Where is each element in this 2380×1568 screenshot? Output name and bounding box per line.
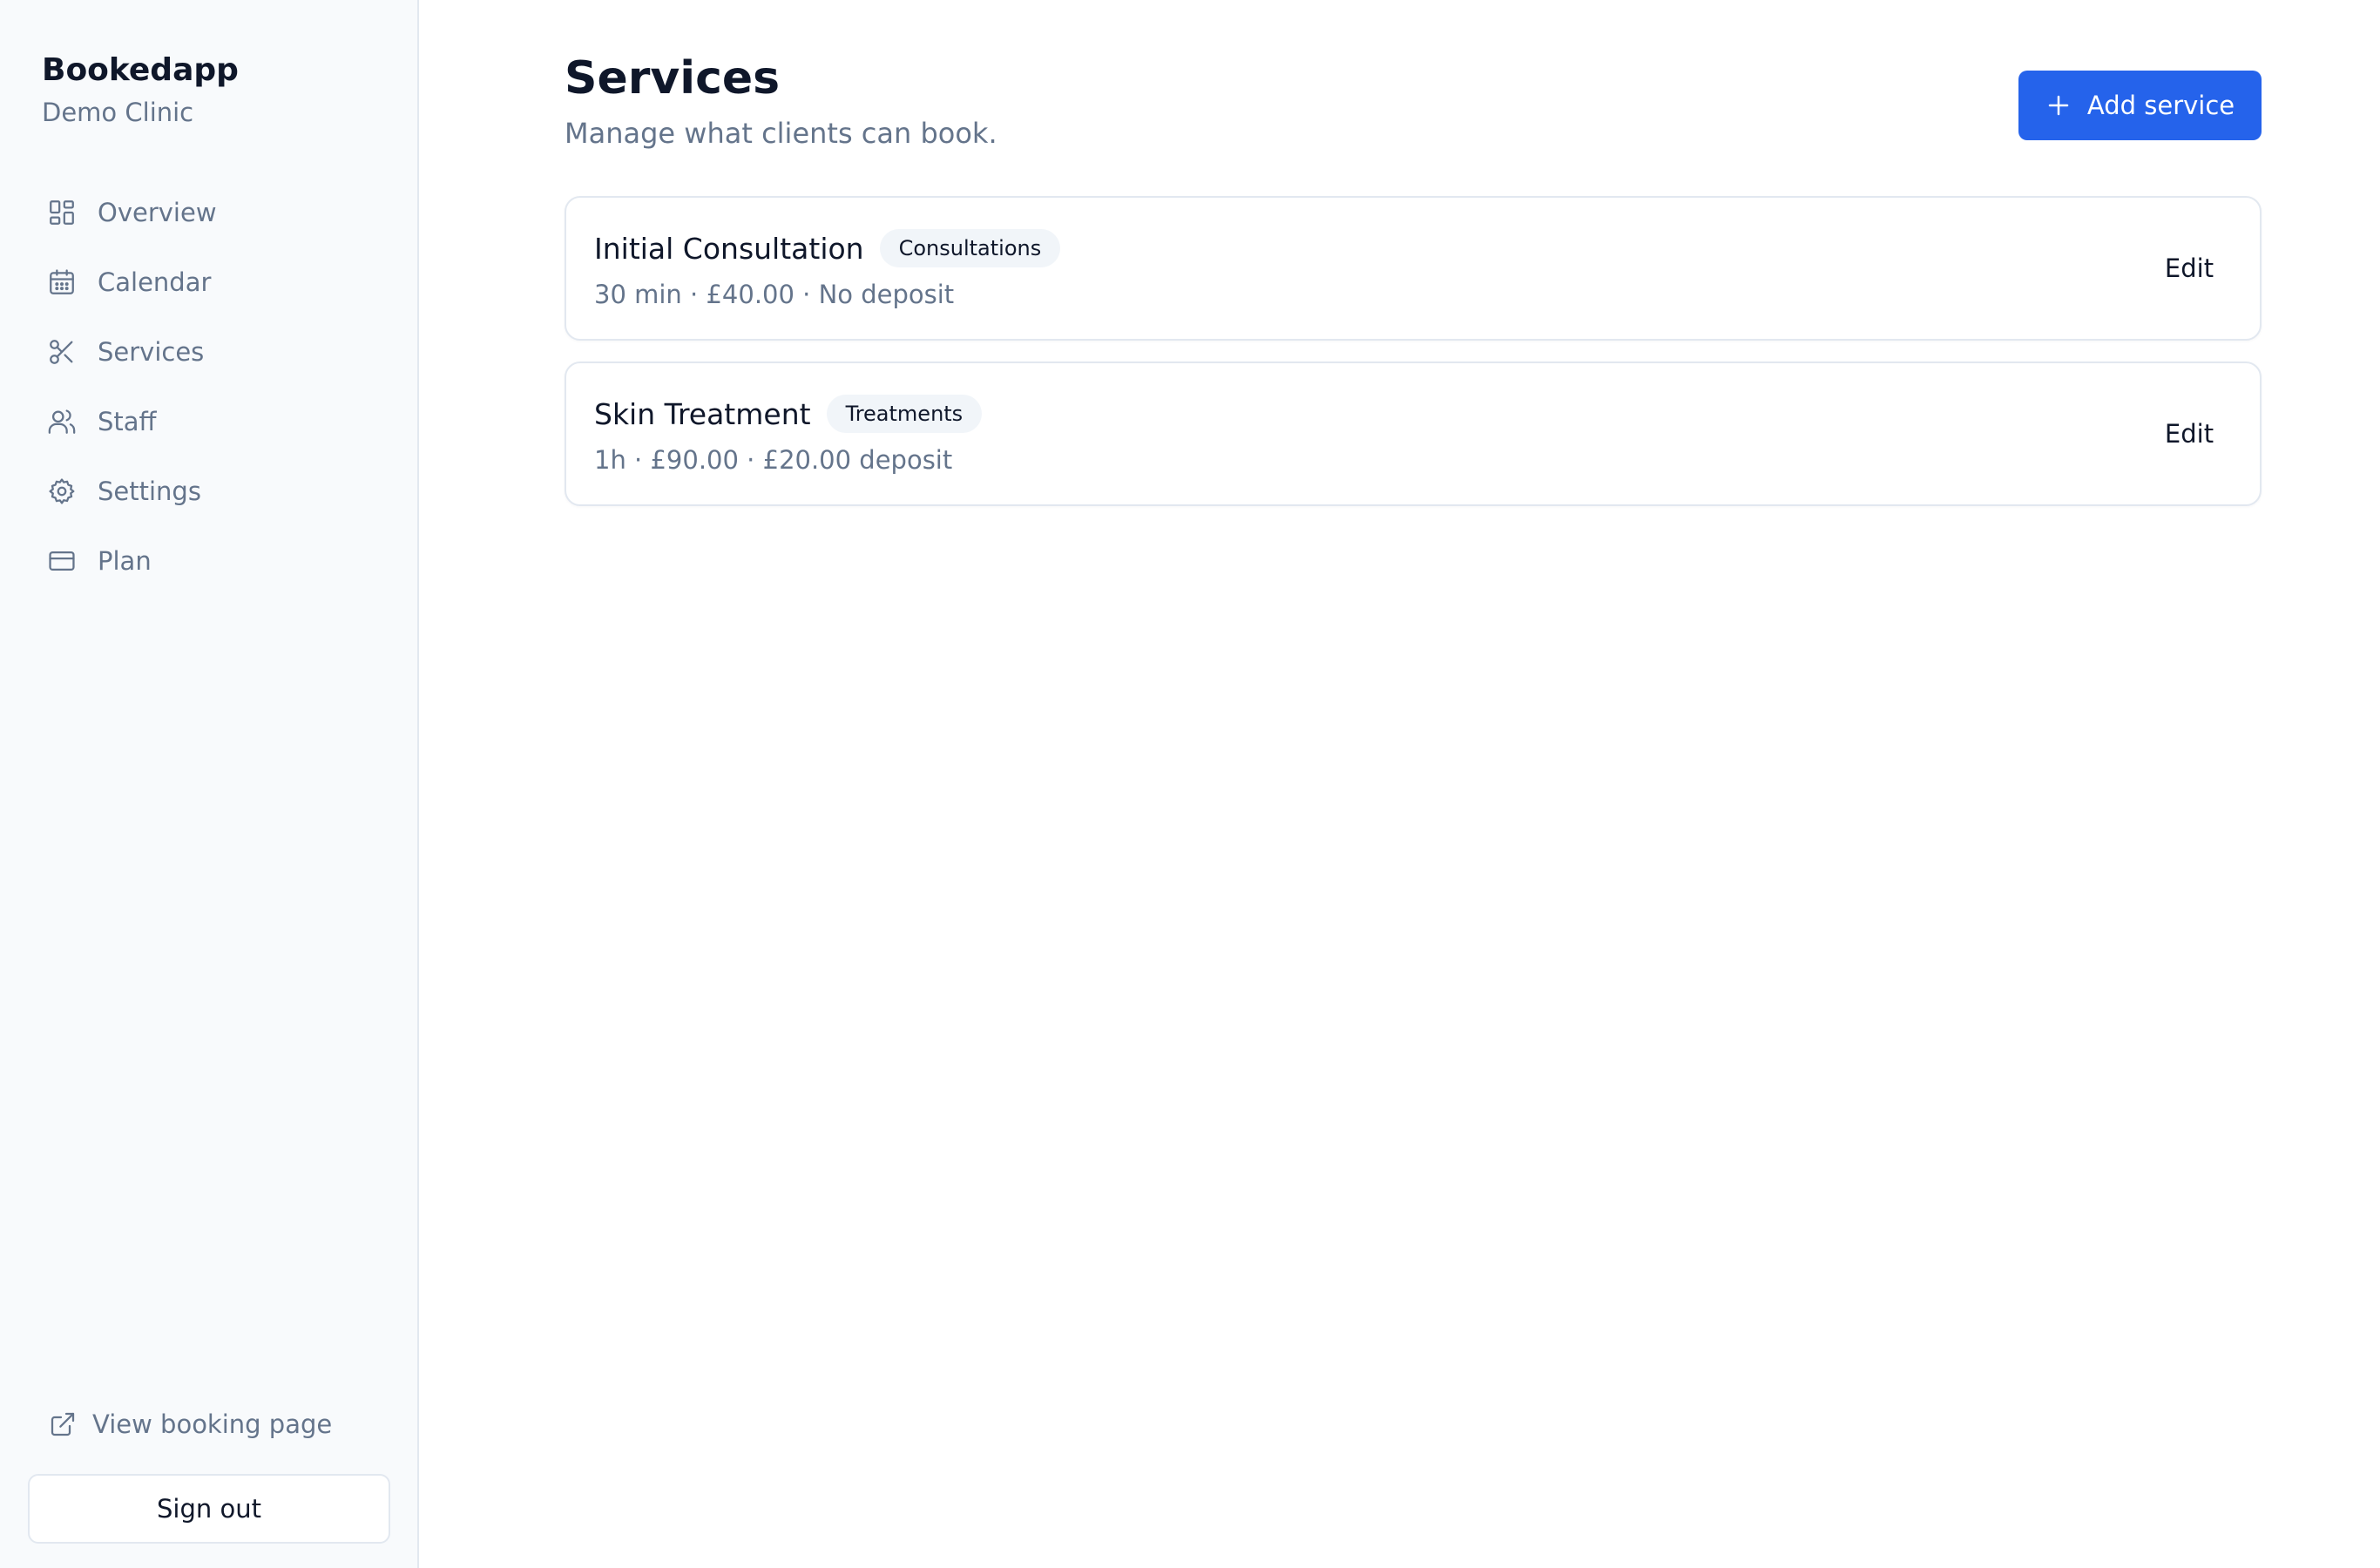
main-content: Services Manage what clients can book. A…	[419, 0, 2380, 1568]
calendar-icon	[47, 267, 77, 297]
service-header: Initial Consultation Consultations	[594, 229, 1061, 267]
sidebar-item-label: Calendar	[98, 267, 212, 297]
service-card: Initial Consultation Consultations 30 mi…	[565, 196, 2262, 341]
service-header: Skin Treatment Treatments	[594, 395, 983, 433]
layout-grid-icon	[47, 198, 77, 227]
edit-service-button[interactable]: Edit	[2148, 235, 2230, 301]
sidebar-item-staff[interactable]: Staff	[28, 387, 394, 456]
sidebar-item-plan[interactable]: Plan	[28, 526, 394, 596]
service-name: Skin Treatment	[594, 396, 811, 431]
sidebar-item-label: Services	[98, 337, 205, 367]
sidebar-item-label: Overview	[98, 198, 217, 227]
service-card: Skin Treatment Treatments 1h · £90.00 · …	[565, 362, 2262, 506]
credit-card-icon	[47, 546, 77, 576]
sidebar-item-label: Settings	[98, 476, 201, 506]
brand-name: Bookedapp	[42, 52, 239, 88]
users-icon	[47, 407, 77, 436]
sidebar-item-label: Staff	[98, 407, 157, 436]
add-service-button[interactable]: Add service	[2018, 71, 2262, 140]
view-booking-label: View booking page	[92, 1409, 333, 1439]
add-service-label: Add service	[2086, 91, 2235, 120]
view-booking-page-link[interactable]: View booking page	[49, 1409, 332, 1439]
external-link-icon	[49, 1410, 77, 1438]
gear-icon	[47, 476, 77, 506]
sidebar-item-calendar[interactable]: Calendar	[28, 247, 394, 317]
page-title: Services	[565, 52, 781, 105]
sidebar-item-settings[interactable]: Settings	[28, 456, 394, 526]
service-details: 1h · £90.00 · £20.00 deposit	[594, 445, 953, 475]
sidebar-item-label: Plan	[98, 546, 152, 576]
page-subtitle: Manage what clients can book.	[565, 117, 997, 150]
sidebar: Bookedapp Demo Clinic Overview Calendar …	[0, 0, 419, 1568]
category-badge: Treatments	[826, 395, 983, 433]
sidebar-nav: Overview Calendar Services Staff Setting…	[28, 178, 394, 596]
service-list: Initial Consultation Consultations 30 mi…	[565, 196, 2262, 527]
service-details: 30 min · £40.00 · No deposit	[594, 280, 955, 309]
sign-out-button[interactable]: Sign out	[28, 1474, 390, 1544]
sidebar-item-services[interactable]: Services	[28, 317, 394, 387]
sidebar-item-overview[interactable]: Overview	[28, 178, 394, 247]
scissors-icon	[47, 337, 77, 367]
edit-service-button[interactable]: Edit	[2148, 401, 2230, 467]
plus-icon	[2045, 92, 2072, 118]
category-badge: Consultations	[879, 229, 1061, 267]
service-name: Initial Consultation	[594, 231, 864, 266]
brand-org: Demo Clinic	[42, 98, 194, 127]
